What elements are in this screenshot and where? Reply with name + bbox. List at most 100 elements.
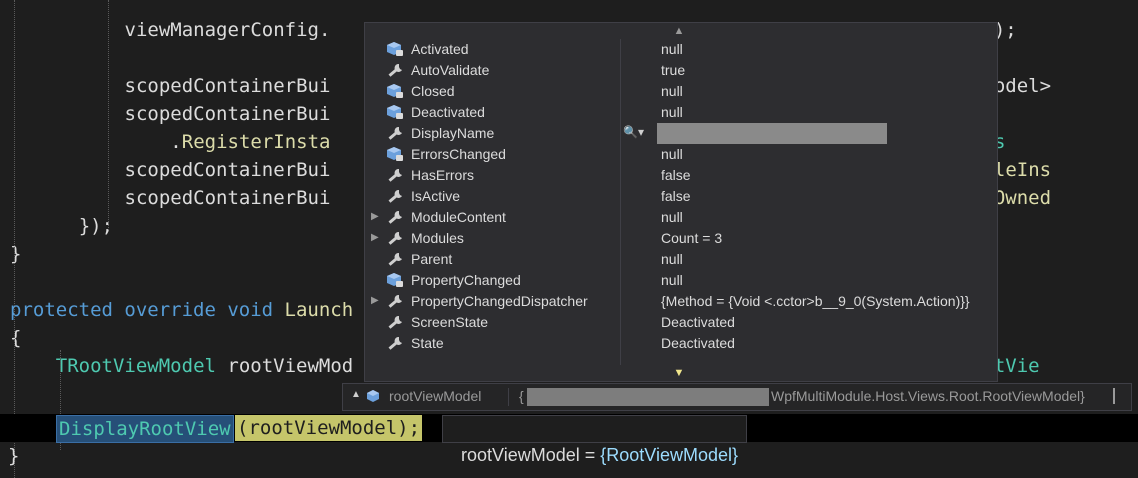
member-row[interactable]: AutoValidate true bbox=[365, 60, 997, 81]
member-name: ScreenState bbox=[411, 314, 489, 330]
current-statement-argument[interactable]: (rootViewModel); bbox=[235, 415, 423, 441]
code-token: scopedContainerBui bbox=[124, 103, 331, 125]
member-name: DisplayName bbox=[411, 125, 495, 141]
scroll-up-icon[interactable]: ▲ bbox=[671, 24, 687, 38]
code-line[interactable]: scopedContainerBui bbox=[125, 100, 331, 128]
event-icon bbox=[387, 42, 403, 56]
member-name: IsActive bbox=[411, 188, 461, 204]
event-icon bbox=[387, 84, 403, 98]
member-name: State bbox=[411, 335, 444, 351]
expand-arrow-icon[interactable]: ▶ bbox=[371, 210, 381, 224]
member-row[interactable]: Activated null bbox=[365, 39, 997, 60]
member-name: HasErrors bbox=[411, 167, 475, 183]
datatip-separator bbox=[508, 388, 509, 406]
object-icon bbox=[367, 390, 379, 402]
wrench-icon bbox=[388, 63, 402, 77]
magnifier-icon[interactable]: 🔍▾ bbox=[623, 125, 653, 141]
member-value[interactable]: null bbox=[661, 146, 683, 162]
code-token: RegisterInsta bbox=[181, 131, 331, 153]
indent-guide bbox=[14, 0, 15, 478]
member-value[interactable]: Deactivated bbox=[661, 335, 735, 351]
member-row[interactable]: ▶ Modules Count = 3 bbox=[365, 228, 997, 249]
code-token: Launch bbox=[284, 299, 354, 321]
code-token: void bbox=[227, 299, 285, 321]
pin-icon[interactable] bbox=[1113, 388, 1123, 404]
wrench-icon bbox=[388, 210, 402, 224]
expand-arrow-icon[interactable]: ▶ bbox=[371, 231, 381, 245]
code-line[interactable]: protected override void Launch bbox=[10, 296, 353, 324]
indent-guide bbox=[108, 0, 109, 230]
member-value[interactable]: null bbox=[661, 83, 683, 99]
member-row[interactable]: ▶ PropertyChangedDispatcher {Method = {Voi… bbox=[365, 291, 997, 312]
member-row[interactable]: ScreenState Deactivated bbox=[365, 312, 997, 333]
code-token: scopedContainerBui bbox=[124, 75, 331, 97]
code-token: { bbox=[10, 327, 22, 349]
datatip-variable-name: rootViewModel bbox=[389, 388, 482, 404]
member-value[interactable]: null bbox=[661, 209, 683, 225]
hover-variable-value[interactable]: {RootViewModel} bbox=[600, 445, 738, 465]
member-row[interactable]: Parent null bbox=[365, 249, 997, 270]
member-row[interactable]: Deactivated null bbox=[365, 102, 997, 123]
member-row[interactable]: Closed null bbox=[365, 81, 997, 102]
member-value[interactable]: null bbox=[661, 251, 683, 267]
event-icon bbox=[387, 273, 403, 287]
closing-brace: } bbox=[8, 445, 20, 467]
member-row[interactable]: State Deactivated bbox=[365, 333, 997, 354]
code-token: scopedContainerBui bbox=[124, 187, 331, 209]
wrench-icon bbox=[388, 315, 402, 329]
member-row[interactable]: ErrorsChanged null bbox=[365, 144, 997, 165]
code-token: . bbox=[170, 131, 182, 153]
code-line[interactable]: { bbox=[10, 324, 21, 352]
code-token: } bbox=[10, 243, 22, 265]
wrench-icon bbox=[388, 126, 402, 140]
expand-arrow-icon[interactable]: ▶ bbox=[371, 294, 381, 308]
redacted-value bbox=[527, 388, 769, 406]
code-token: scopedContainerBui bbox=[124, 159, 331, 181]
member-name: Activated bbox=[411, 41, 469, 57]
wrench-icon bbox=[388, 252, 402, 266]
member-row[interactable]: ▶ ModuleContent null bbox=[365, 207, 997, 228]
member-value[interactable]: false bbox=[661, 167, 691, 183]
variable-hover-tip[interactable]: rootViewModel = {RootViewModel} bbox=[442, 415, 748, 465]
code-token: viewManagerConfig. bbox=[124, 19, 331, 41]
wrench-icon bbox=[388, 189, 402, 203]
hover-variable-name: rootViewModel = bbox=[461, 445, 601, 465]
wrench-icon bbox=[388, 168, 402, 182]
member-value[interactable]: Deactivated bbox=[661, 314, 735, 330]
member-name: ErrorsChanged bbox=[411, 146, 506, 162]
member-name: Parent bbox=[411, 251, 453, 267]
member-row[interactable]: HasErrors false bbox=[365, 165, 997, 186]
datatip-members-popup[interactable]: ▲ ▼ Activated null AutoValidate true Closed n… bbox=[364, 22, 998, 382]
redacted-value bbox=[657, 123, 887, 144]
member-value[interactable]: true bbox=[661, 62, 685, 78]
member-name: PropertyChanged bbox=[411, 272, 521, 288]
member-value[interactable]: {Method = {Void <.cctor>b__9_0(System.Ac… bbox=[661, 293, 970, 309]
member-name: Modules bbox=[411, 230, 464, 246]
member-name: PropertyChangedDispatcher bbox=[411, 293, 588, 309]
member-value[interactable]: Count = 3 bbox=[661, 230, 722, 246]
member-value[interactable]: null bbox=[661, 104, 683, 120]
member-value[interactable]: null bbox=[661, 41, 683, 57]
member-name: ModuleContent bbox=[411, 209, 506, 225]
wrench-icon bbox=[388, 231, 402, 245]
member-row[interactable]: DisplayName 🔍▾ bbox=[365, 123, 997, 144]
current-statement-call[interactable]: DisplayRootView bbox=[56, 415, 234, 443]
code-token: protected bbox=[10, 299, 125, 321]
member-name: AutoValidate bbox=[411, 62, 490, 78]
member-name: Closed bbox=[411, 83, 455, 99]
datatip-type-text: WpfMultiModule.Host.Views.Root.RootViewM… bbox=[771, 388, 1085, 404]
member-value[interactable]: false bbox=[661, 188, 691, 204]
event-icon bbox=[387, 147, 403, 161]
datatip-brace: { bbox=[519, 388, 524, 404]
datatip-header[interactable]: ▲ rootViewModel { WpfMultiModule.Host.Vi… bbox=[342, 383, 1132, 411]
code-line[interactable]: } bbox=[10, 240, 21, 268]
code-token: rootViewMod bbox=[215, 355, 354, 377]
member-row[interactable]: PropertyChanged null bbox=[365, 270, 997, 291]
wrench-icon bbox=[388, 294, 402, 308]
member-value[interactable]: null bbox=[661, 272, 683, 288]
member-row[interactable]: IsActive false bbox=[365, 186, 997, 207]
event-icon bbox=[387, 105, 403, 119]
code-token: TRootViewModel bbox=[55, 355, 216, 377]
collapse-arrow-icon[interactable]: ▲ bbox=[351, 389, 361, 400]
scroll-down-icon[interactable]: ▼ bbox=[671, 366, 687, 380]
